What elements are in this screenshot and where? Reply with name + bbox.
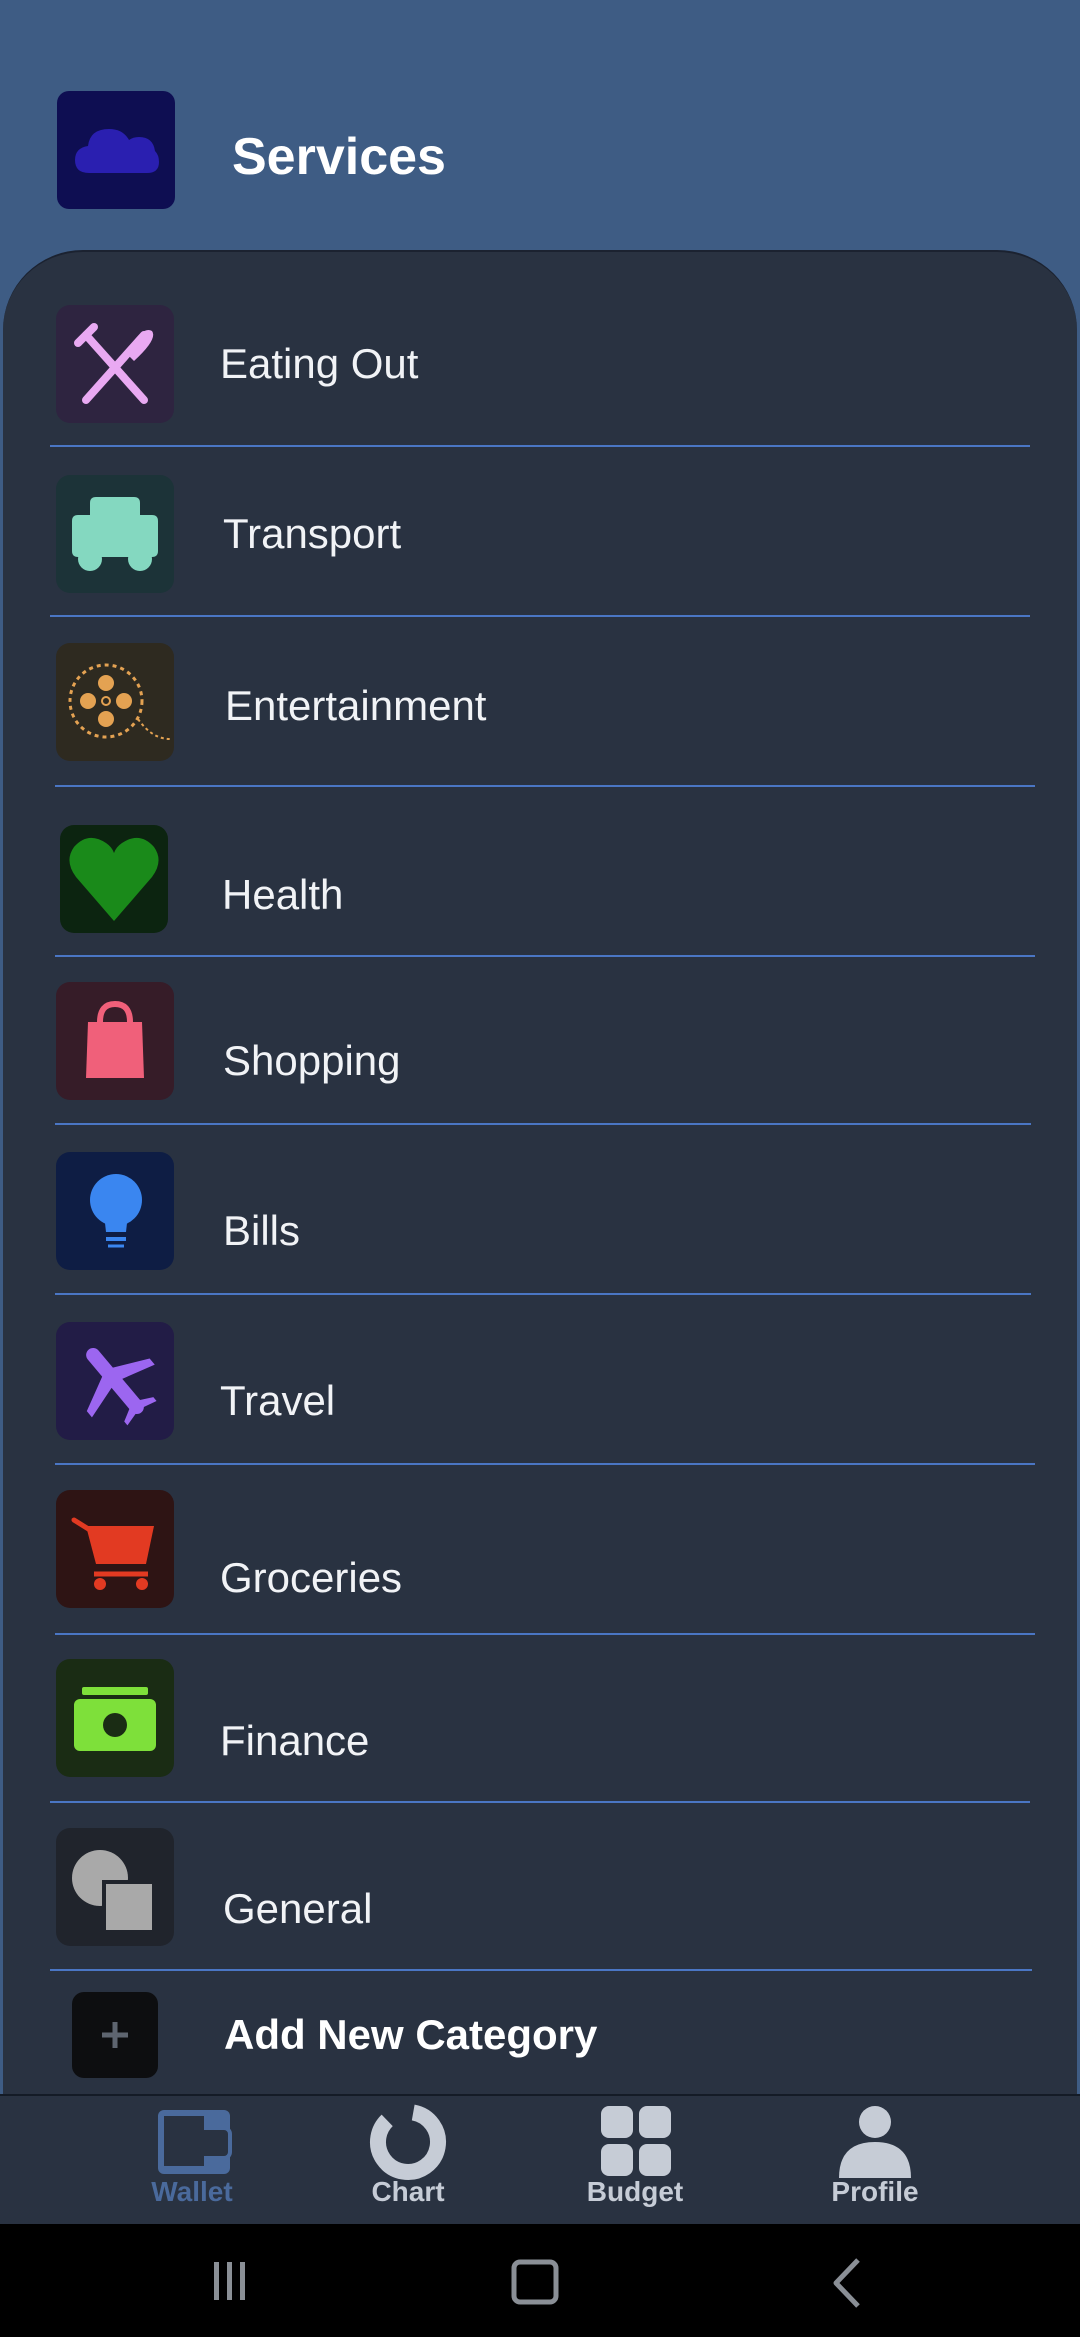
nav-item-wallet[interactable]: Wallet bbox=[112, 2096, 272, 2226]
category-label: Travel bbox=[220, 1377, 336, 1424]
airplane-icon bbox=[56, 1322, 174, 1440]
money-icon bbox=[56, 1659, 174, 1777]
home-icon[interactable] bbox=[510, 2258, 560, 2306]
nav-item-profile[interactable]: Profile bbox=[795, 2096, 955, 2226]
cloud-icon bbox=[57, 91, 175, 209]
shopping-bag-icon bbox=[56, 982, 174, 1100]
car-icon bbox=[56, 475, 174, 593]
plus-icon bbox=[72, 1992, 158, 2078]
category-label: Health bbox=[222, 871, 344, 918]
category-label: Bills bbox=[223, 1207, 301, 1254]
page-title: Services bbox=[232, 128, 446, 186]
divider bbox=[55, 1633, 1035, 1635]
heart-icon bbox=[60, 825, 168, 933]
nav-label: Chart bbox=[371, 2176, 445, 2207]
divider bbox=[55, 785, 1035, 787]
header: Services bbox=[0, 0, 1080, 260]
bottom-nav: Wallet Chart Budget Profile bbox=[0, 2094, 1080, 2226]
divider bbox=[50, 445, 1030, 447]
system-nav-bar bbox=[0, 2224, 1080, 2337]
fork-knife-icon bbox=[56, 305, 174, 423]
category-label: General bbox=[223, 1885, 373, 1932]
wallet-icon bbox=[158, 2110, 232, 2174]
shapes-icon bbox=[56, 1828, 174, 1946]
add-category-label: Add New Category bbox=[224, 2011, 598, 2058]
add-category-row[interactable]: Add New Category bbox=[0, 1985, 1080, 2090]
lightbulb-icon bbox=[56, 1152, 174, 1270]
divider bbox=[50, 615, 1030, 617]
nav-label: Budget bbox=[586, 2176, 684, 2207]
cart-icon bbox=[56, 1490, 174, 1608]
recent-apps-icon[interactable] bbox=[210, 2260, 250, 2302]
back-icon[interactable] bbox=[828, 2256, 864, 2310]
nav-label: Wallet bbox=[151, 2176, 233, 2207]
category-label: Transport bbox=[223, 510, 402, 557]
film-reel-icon bbox=[56, 643, 174, 761]
person-icon bbox=[839, 2106, 911, 2178]
divider bbox=[50, 1801, 1030, 1803]
divider bbox=[55, 1463, 1035, 1465]
category-label: Eating Out bbox=[220, 340, 419, 387]
divider bbox=[50, 1969, 1032, 1971]
divider bbox=[55, 1123, 1031, 1125]
category-label: Groceries bbox=[220, 1554, 403, 1601]
donut-chart-icon bbox=[370, 2104, 446, 2180]
nav-item-budget[interactable]: Budget bbox=[555, 2096, 715, 2226]
category-label: Entertainment bbox=[225, 682, 487, 729]
divider bbox=[55, 955, 1035, 957]
category-label: Finance bbox=[220, 1717, 370, 1764]
nav-label: Profile bbox=[831, 2176, 919, 2207]
grid-icon bbox=[601, 2106, 671, 2176]
nav-item-chart[interactable]: Chart bbox=[328, 2096, 488, 2226]
category-label: Shopping bbox=[223, 1037, 401, 1084]
divider bbox=[55, 1293, 1031, 1295]
